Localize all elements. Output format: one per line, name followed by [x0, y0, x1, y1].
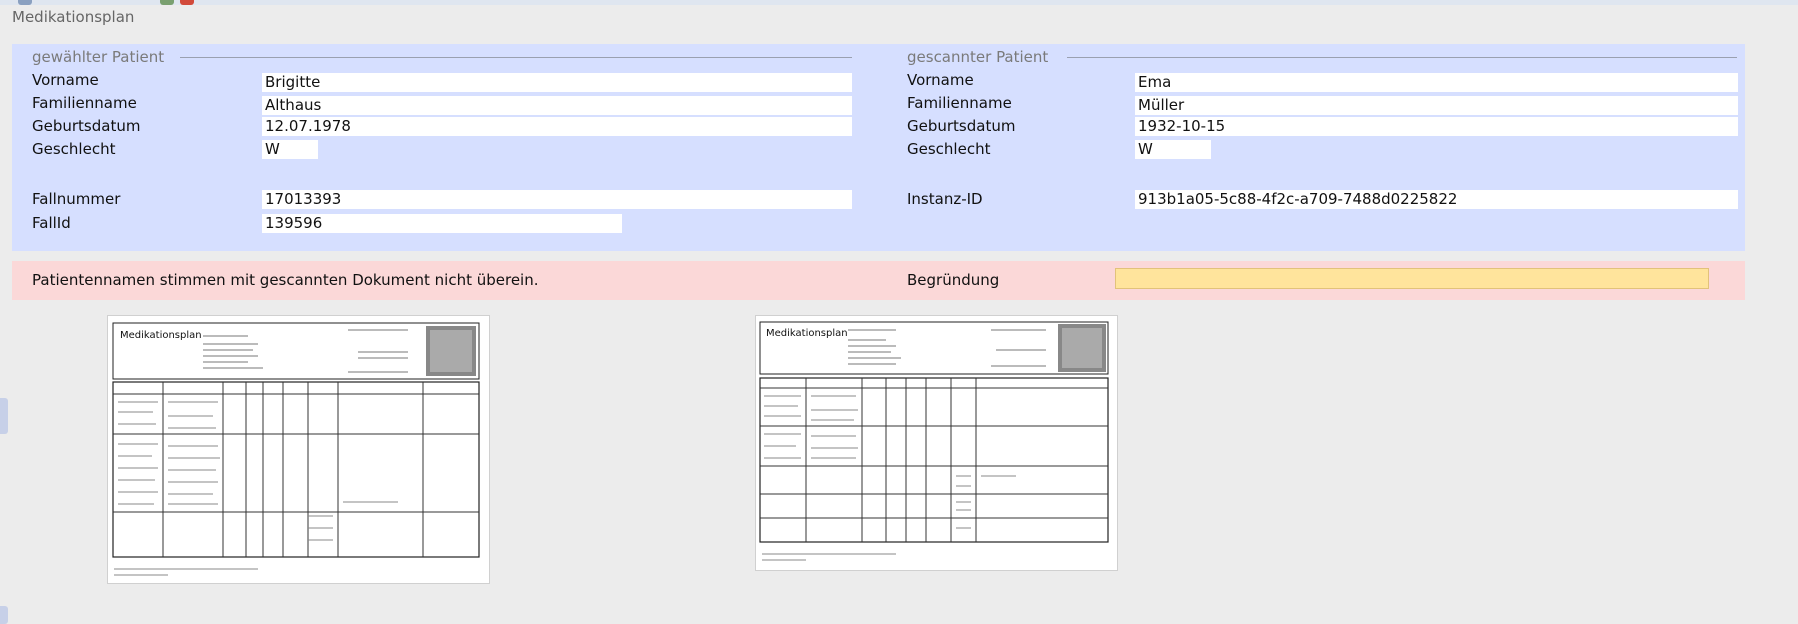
window-title: Medikationsplan — [12, 8, 135, 26]
legend-divider — [180, 57, 852, 58]
close-icon[interactable] — [180, 0, 194, 5]
scanned-document-image: Medikationsplan — [756, 316, 1117, 570]
mismatch-message: Patientennamen stimmen mit gescannten Do… — [32, 271, 539, 289]
selected-birth-date-field[interactable]: 12.07.1978 — [262, 117, 852, 136]
selected-sex-field[interactable]: W — [262, 140, 318, 159]
label-case-number: Fallnummer — [32, 190, 121, 208]
instance-id-field[interactable]: 913b1a05-5c88-4f2c-a709-7488d0225822 — [1135, 190, 1738, 209]
scanned-document-image: Medikationsplan — [108, 316, 489, 583]
reason-input[interactable] — [1115, 268, 1709, 289]
selected-last-name-field[interactable]: Althaus — [262, 96, 852, 115]
label-birth-date: Geburtsdatum — [32, 117, 141, 135]
label-first-name: Vorname — [907, 71, 974, 89]
mismatch-warning-bar: Patientennamen stimmen mit gescannten Do… — [12, 261, 1745, 300]
case-number-field[interactable]: 17013393 — [262, 190, 852, 209]
label-first-name: Vorname — [32, 71, 99, 89]
label-sex: Geschlecht — [32, 140, 116, 158]
scanned-birth-date-field[interactable]: 1932-10-15 — [1135, 117, 1738, 136]
window-toolbar-strip — [0, 0, 1798, 5]
label-last-name: Familienname — [32, 94, 137, 112]
reason-label: Begründung — [907, 271, 1000, 289]
patient-comparison-panel: gewählter Patient Vorname Brigitte Famil… — [12, 44, 1745, 251]
side-handle[interactable] — [0, 398, 8, 434]
label-instance-id: Instanz-ID — [907, 190, 983, 208]
label-sex: Geschlecht — [907, 140, 991, 158]
toolbar-icon[interactable] — [160, 0, 174, 5]
scan-heading: Medikationsplan — [120, 330, 202, 341]
selected-patient-legend: gewählter Patient — [32, 48, 165, 66]
scanned-last-name-field[interactable]: Müller — [1135, 96, 1738, 115]
scanned-sex-field[interactable]: W — [1135, 140, 1211, 159]
scan-thumbnail-right[interactable]: Medikationsplan — [756, 316, 1117, 570]
selected-first-name-field[interactable]: Brigitte — [262, 73, 852, 92]
toolbar-icon[interactable] — [18, 0, 32, 5]
label-birth-date: Geburtsdatum — [907, 117, 1016, 135]
scanned-patient-legend: gescannter Patient — [907, 48, 1049, 66]
scan-thumbnail-left[interactable]: Medikationsplan — [108, 316, 489, 583]
legend-divider — [1067, 57, 1737, 58]
side-handle[interactable] — [0, 606, 8, 624]
label-last-name: Familienname — [907, 94, 1012, 112]
scanned-first-name-field[interactable]: Ema — [1135, 73, 1738, 92]
case-id-field[interactable]: 139596 — [262, 214, 622, 233]
label-case-id: FallId — [32, 214, 71, 232]
scan-heading: Medikationsplan — [766, 328, 848, 339]
